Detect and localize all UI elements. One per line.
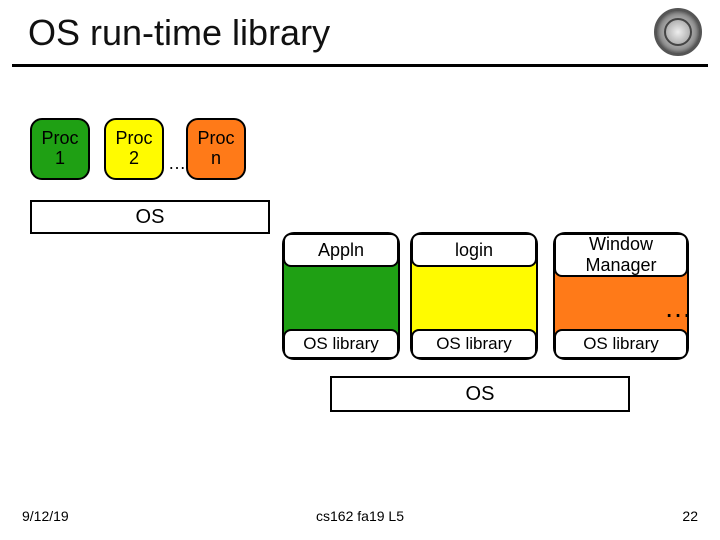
col-appln-head: Appln <box>283 233 399 267</box>
os-bar-small-label: OS <box>136 206 165 229</box>
slide-title: OS run-time library <box>28 12 330 54</box>
footer-center: cs162 fa19 L5 <box>0 508 720 524</box>
columns-group: Appln OS library login OS library Window… <box>282 232 692 362</box>
col-wm-foot: OS library <box>554 329 688 359</box>
proc-ellipsis: … <box>168 153 182 180</box>
proc-2-label: Proc 2 <box>115 129 152 169</box>
col-appln-foot: OS library <box>283 329 399 359</box>
os-bar-big-label: OS <box>466 383 495 406</box>
footer-page: 22 <box>682 508 698 524</box>
proc-1-box: Proc 1 <box>30 118 90 180</box>
os-bar-small: OS <box>30 200 270 234</box>
os-bar-big: OS <box>330 376 630 412</box>
col-login: login OS library <box>410 232 538 360</box>
columns-ellipsis: … <box>664 292 692 324</box>
col-login-head: login <box>411 233 537 267</box>
seal-icon <box>654 8 702 56</box>
proc-row: Proc 1 Proc 2 … Proc n <box>30 118 246 180</box>
title-underline <box>12 64 708 67</box>
slide: OS run-time library Proc 1 Proc 2 … Proc… <box>0 0 720 540</box>
col-appln: Appln OS library <box>282 232 400 360</box>
proc-2-box: Proc 2 <box>104 118 164 180</box>
proc-1-label: Proc 1 <box>41 129 78 169</box>
proc-n-box: Proc n <box>186 118 246 180</box>
proc-n-label: Proc n <box>197 129 234 169</box>
col-wm-head: Window Manager <box>554 233 688 277</box>
col-login-foot: OS library <box>411 329 537 359</box>
